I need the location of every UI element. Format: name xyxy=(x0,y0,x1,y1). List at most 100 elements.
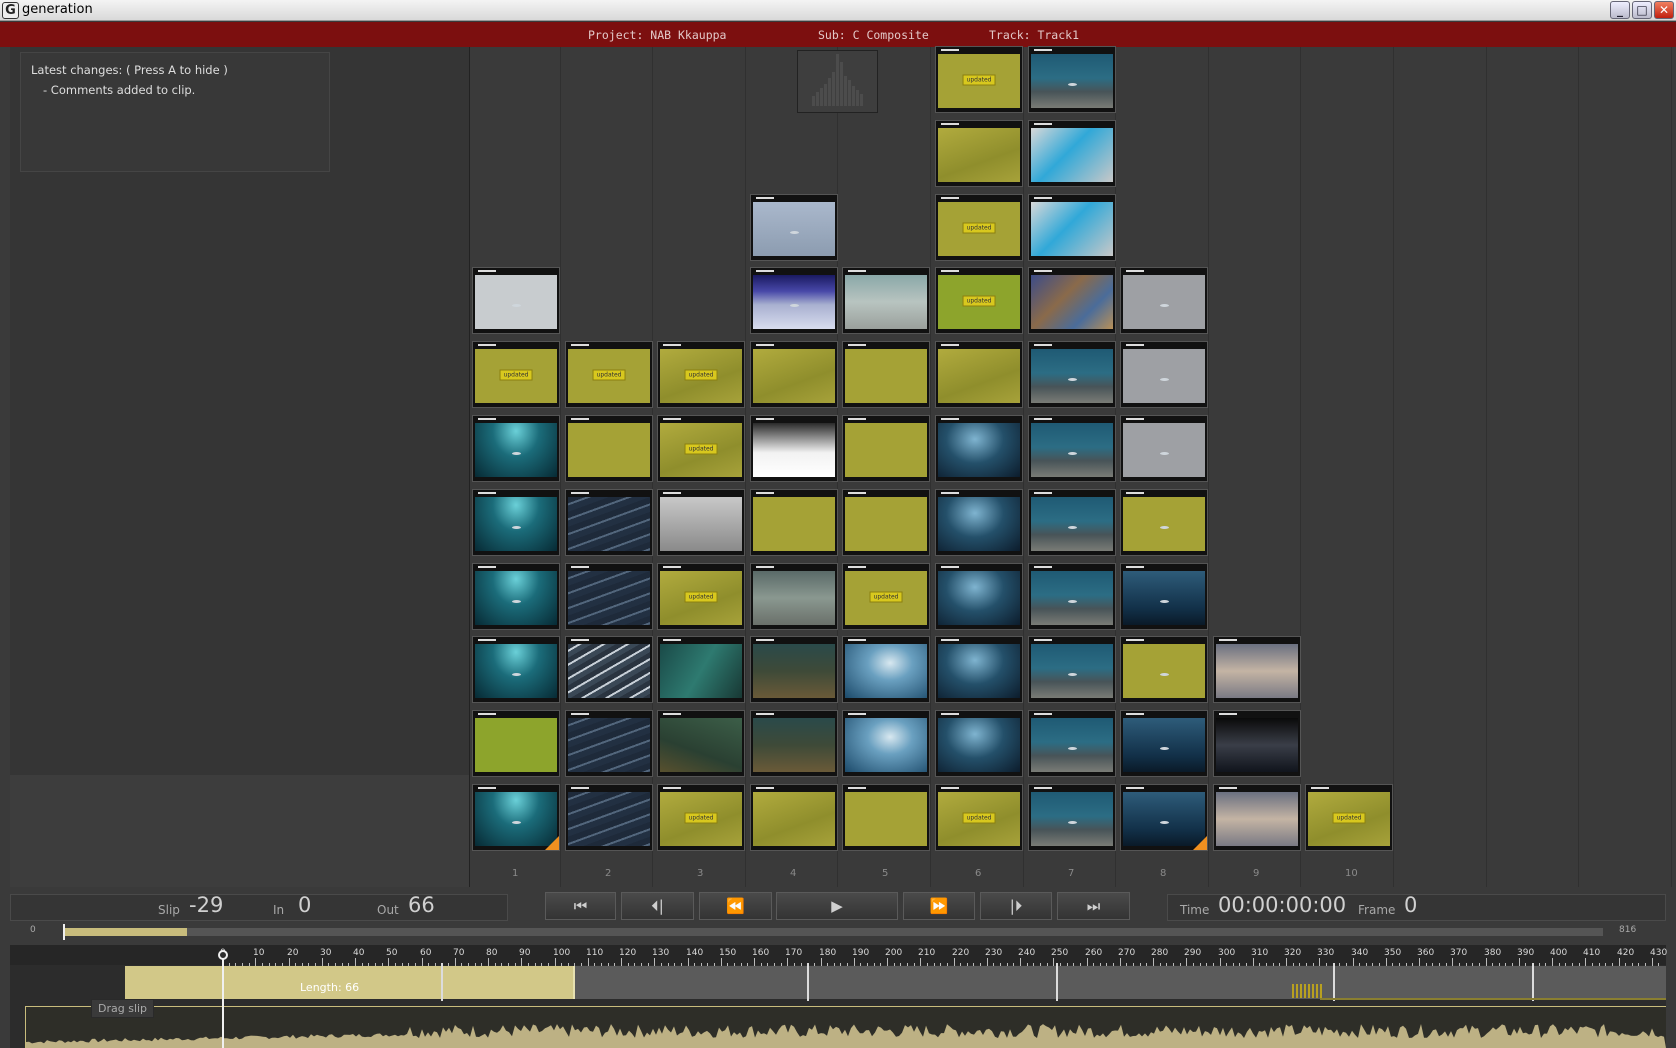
clip-thumbnail[interactable] xyxy=(1028,710,1116,777)
clip-thumbnail[interactable] xyxy=(1120,784,1208,851)
clip-thumbnail[interactable] xyxy=(935,120,1023,187)
clip-thumbnail[interactable] xyxy=(935,710,1023,777)
clip-thumbnail[interactable]: updated xyxy=(657,784,745,851)
clip-thumbnail[interactable] xyxy=(842,415,930,482)
clip-thumbnail[interactable] xyxy=(842,341,930,408)
frame-value[interactable]: 0 xyxy=(1404,893,1417,917)
clip-thumbnail[interactable] xyxy=(750,415,838,482)
clip-thumbnail[interactable]: updated xyxy=(935,46,1023,113)
timeline-marker[interactable] xyxy=(441,963,443,1001)
clip-thumbnail[interactable] xyxy=(1120,267,1208,334)
clip-thumbnail[interactable] xyxy=(657,636,745,703)
clip-thumbnail[interactable] xyxy=(935,636,1023,703)
clip-thumbnail[interactable] xyxy=(565,489,653,556)
clip-thumbnail[interactable] xyxy=(1028,636,1116,703)
clip-thumbnail[interactable] xyxy=(935,415,1023,482)
clip-thumbnail[interactable] xyxy=(1028,415,1116,482)
timeline-marker[interactable] xyxy=(1333,963,1335,1001)
clip-thumbnail[interactable] xyxy=(1120,489,1208,556)
clip-thumbnail[interactable] xyxy=(472,784,560,851)
clip-thumbnail[interactable] xyxy=(472,563,560,630)
clip-thumbnail[interactable] xyxy=(1213,636,1301,703)
clip-thumbnail[interactable] xyxy=(1120,415,1208,482)
clip-thumbnail[interactable]: updated xyxy=(472,341,560,408)
clip-thumbnail[interactable]: updated xyxy=(842,563,930,630)
clip-thumbnail[interactable] xyxy=(565,563,653,630)
clip-thumbnail[interactable] xyxy=(565,710,653,777)
clip-thumbnail[interactable] xyxy=(1028,46,1116,113)
clip-thumbnail[interactable] xyxy=(1028,341,1116,408)
clip-thumbnail[interactable] xyxy=(842,636,930,703)
audio-waveform-thumbnail[interactable] xyxy=(797,50,878,113)
close-button[interactable]: ✕ xyxy=(1654,1,1674,19)
clip-thumbnail[interactable] xyxy=(935,563,1023,630)
timeline-marker[interactable] xyxy=(807,963,809,1001)
clip-thumbnail[interactable] xyxy=(1120,563,1208,630)
clip-thumbnail[interactable] xyxy=(750,636,838,703)
clip-thumbnail[interactable] xyxy=(1120,341,1208,408)
clip-thumbnail[interactable]: updated xyxy=(657,415,745,482)
clip-thumbnail[interactable] xyxy=(750,784,838,851)
clip-thumbnail[interactable] xyxy=(750,267,838,334)
clip-thumbnail[interactable] xyxy=(842,489,930,556)
clip-thumbnail[interactable] xyxy=(1028,563,1116,630)
clip-thumbnail[interactable] xyxy=(842,710,930,777)
clip-thumbnail[interactable]: updated xyxy=(935,194,1023,261)
updated-badge: updated xyxy=(684,812,718,823)
clip-thumbnail[interactable] xyxy=(565,415,653,482)
go-to-start-button[interactable]: ⏮ xyxy=(545,892,616,920)
clip-thumbnail[interactable] xyxy=(750,489,838,556)
clip-thumbnail[interactable] xyxy=(842,267,930,334)
clip-thumbnail[interactable]: updated xyxy=(935,784,1023,851)
play-button[interactable]: ▶ xyxy=(776,892,898,920)
clip-thumbnail[interactable] xyxy=(1213,710,1301,777)
slip-value[interactable]: -29 xyxy=(189,893,223,917)
maximize-button[interactable]: □ xyxy=(1632,1,1652,19)
clip-thumbnail[interactable] xyxy=(472,710,560,777)
clip-thumbnail[interactable]: updated xyxy=(1305,784,1393,851)
scrub-track[interactable] xyxy=(63,928,1603,936)
clip-thumbnail[interactable] xyxy=(657,710,745,777)
clip-thumbnail[interactable] xyxy=(750,563,838,630)
clip-thumbnail[interactable] xyxy=(1028,267,1116,334)
clip-thumbnail[interactable]: updated xyxy=(935,267,1023,334)
playhead[interactable] xyxy=(222,952,224,1048)
next-frame-button[interactable]: |⏵ xyxy=(980,892,1052,920)
clip-thumbnail[interactable] xyxy=(1120,636,1208,703)
clip-thumbnail[interactable] xyxy=(472,267,560,334)
clip-thumbnail[interactable] xyxy=(750,341,838,408)
clip-thumbnail[interactable] xyxy=(472,489,560,556)
clip-thumbnail[interactable]: updated xyxy=(657,341,745,408)
clip-thumbnail[interactable] xyxy=(565,784,653,851)
clip-thumbnail[interactable] xyxy=(1213,784,1301,851)
timeline-marker[interactable] xyxy=(1056,963,1058,1001)
clip-thumbnail[interactable] xyxy=(1028,120,1116,187)
clip-thumbnail[interactable]: updated xyxy=(565,341,653,408)
clip-thumbnail[interactable] xyxy=(1028,194,1116,261)
column-number: 9 xyxy=(1253,868,1260,879)
clip-thumbnail[interactable] xyxy=(472,636,560,703)
clip-thumbnail[interactable]: updated xyxy=(657,563,745,630)
comment-markers[interactable] xyxy=(1292,984,1324,998)
scrub-handle[interactable] xyxy=(63,924,65,940)
clip-thumbnail[interactable] xyxy=(935,341,1023,408)
clip-thumbnail[interactable] xyxy=(842,784,930,851)
fast-forward-button[interactable]: ⏩ xyxy=(903,892,975,920)
rewind-button[interactable]: ⏪ xyxy=(699,892,772,920)
clip-thumbnail[interactable] xyxy=(565,636,653,703)
minimize-button[interactable]: _ xyxy=(1610,1,1630,19)
in-value[interactable]: 0 xyxy=(298,893,311,917)
playhead-handle[interactable] xyxy=(218,950,228,960)
previous-frame-button[interactable]: ⏴| xyxy=(621,892,694,920)
clip-thumbnail[interactable] xyxy=(1028,784,1116,851)
out-value[interactable]: 66 xyxy=(408,893,435,917)
timeline-marker[interactable] xyxy=(1532,963,1534,1001)
clip-thumbnail[interactable] xyxy=(1120,710,1208,777)
clip-thumbnail[interactable] xyxy=(750,710,838,777)
clip-thumbnail[interactable] xyxy=(657,489,745,556)
clip-thumbnail[interactable] xyxy=(472,415,560,482)
clip-thumbnail[interactable] xyxy=(935,489,1023,556)
clip-thumbnail[interactable] xyxy=(1028,489,1116,556)
go-to-end-button[interactable]: ⏭ xyxy=(1057,892,1130,920)
clip-thumbnail[interactable] xyxy=(750,194,838,261)
